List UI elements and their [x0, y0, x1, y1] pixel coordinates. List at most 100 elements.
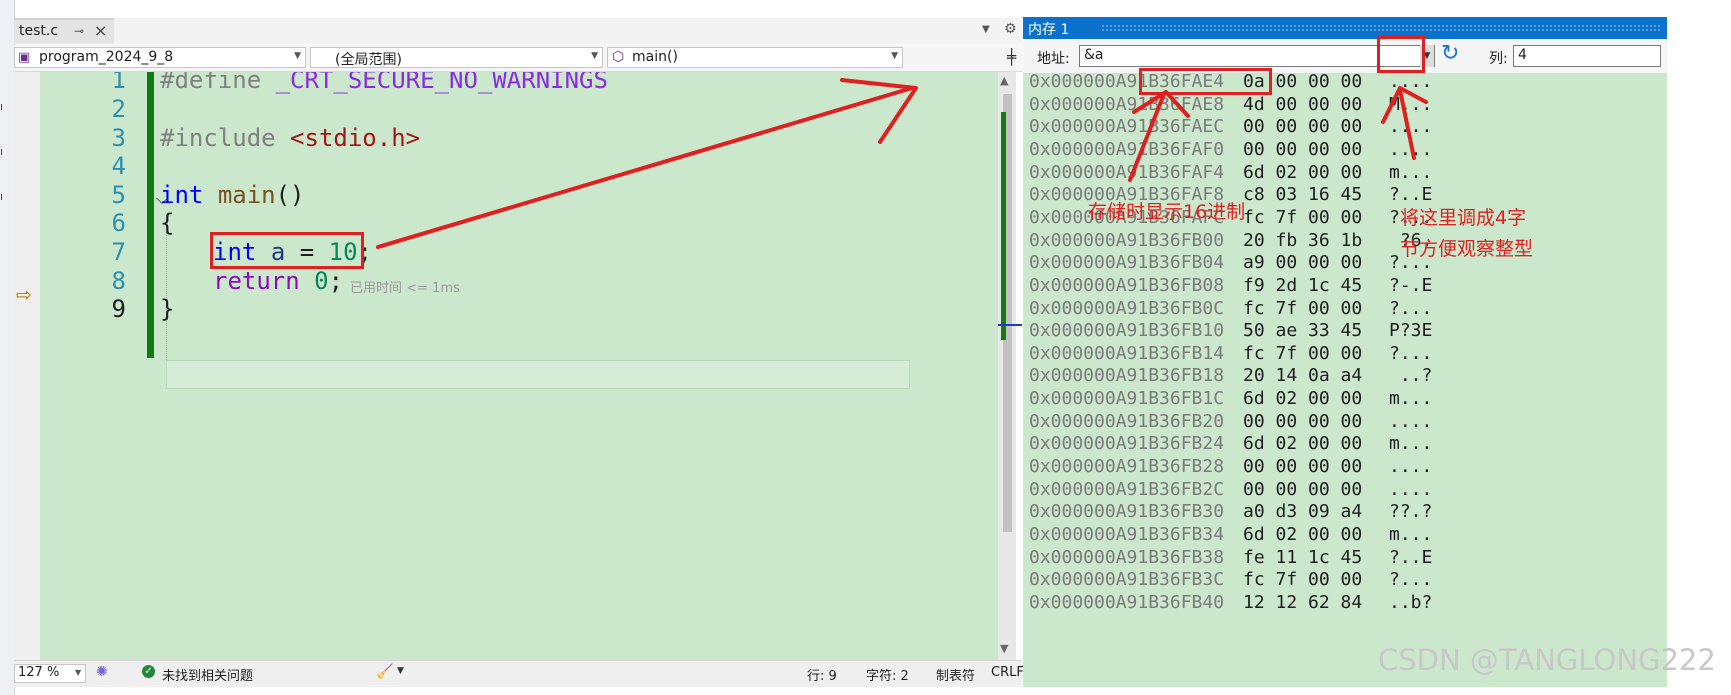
code-editor[interactable]: ⇨ 1 2 3 4 5 6 7 8 9 ⌵ #define _CRT_SECUR…	[14, 72, 998, 660]
memory-ascii: ?-.E	[1389, 274, 1433, 296]
line-position[interactable]: 行: 9	[807, 665, 837, 684]
memory-row[interactable]: 0x000000A91B36FAE8 4d 00 00 00 M...	[1029, 94, 1432, 119]
scope-dropdown[interactable]: (全局范围) ▼	[310, 47, 603, 68]
memory-row[interactable]: 0x000000A91B36FB18 20 14 0a a4 ..?	[1029, 365, 1432, 390]
memory-row[interactable]: 0x000000A91B36FB1C 6d 02 00 00 m...	[1029, 388, 1432, 413]
memory-address: 0x000000A91B36FB04	[1029, 252, 1225, 274]
project-dropdown[interactable]: ▣ program_2024_9_8 ▼	[14, 47, 306, 68]
annotation-box-code	[210, 232, 364, 269]
annotation-note-hex: 存储时显示16进制	[1088, 201, 1246, 223]
memory-bytes[interactable]: fc 7f 00 00	[1243, 343, 1362, 364]
problems-status[interactable]: 未找到相关问题	[162, 665, 253, 684]
line-number: 4	[111, 152, 126, 180]
memory-row[interactable]: 0x000000A91B36FB40 12 12 62 84 ..b?	[1029, 592, 1432, 617]
code-token: main	[217, 181, 276, 209]
memory-bytes[interactable]: 12 12 62 84	[1243, 592, 1362, 613]
memory-row[interactable]: 0x000000A91B36FB2C 00 00 00 00....	[1029, 478, 1432, 504]
chevron-down-icon[interactable]: ▼	[397, 666, 404, 676]
memory-address: 0x000000A91B36FB3C	[1029, 569, 1225, 591]
memory-bytes[interactable]: f9 2d 1c 45	[1243, 275, 1362, 296]
refresh-icon[interactable]: ↻	[1441, 41, 1459, 66]
code-line-5: int main()	[160, 181, 305, 209]
chevron-down-icon: ▼	[891, 51, 898, 61]
intellicode-icon[interactable]: ✺	[96, 664, 108, 680]
code-line-6: {	[160, 209, 175, 237]
memory-bytes[interactable]: 20 fb 36 1b	[1243, 230, 1362, 251]
memory-row[interactable]: 0x000000A91B36FB20 00 00 00 00....	[1029, 411, 1432, 436]
editor-vertical-scrollbar[interactable]: ▲ ▼	[998, 72, 1022, 660]
columns-input[interactable]: 4	[1513, 45, 1661, 67]
memory-address: 0x000000A91B36FB34	[1029, 524, 1225, 545]
memory-row[interactable]: 0x000000A91B36FB0C fc 7f 00 00?...	[1029, 298, 1432, 323]
close-icon[interactable]: ×	[94, 21, 107, 40]
split-window-icon[interactable]: ╪	[1007, 48, 1016, 66]
check-circle-icon: ✓	[142, 665, 155, 678]
memory-bytes[interactable]: fc 7f 00 00	[1243, 207, 1362, 228]
line-ending-mode[interactable]: CRLF	[991, 665, 1024, 680]
memory-bytes[interactable]: 00 00 00 00	[1243, 456, 1362, 477]
annotation-box-hex-bytes	[1139, 68, 1272, 95]
memory-bytes[interactable]: fe 11 1c 45	[1243, 547, 1362, 568]
memory-address: 0x000000A91B36FB14	[1029, 342, 1225, 364]
tab-list-dropdown-icon[interactable]: ▼	[982, 24, 990, 35]
annotation-box-columns	[1377, 36, 1425, 73]
memory-bytes[interactable]: 20 14 0a a4	[1243, 365, 1362, 386]
memory-address: 0x000000A91B36FB10	[1029, 320, 1225, 342]
tab-test-c[interactable]: test.c ⊸ ×	[14, 18, 114, 44]
memory-bytes[interactable]: 4d 00 00 00	[1243, 94, 1362, 115]
memory-bytes[interactable]: 6d 02 00 00	[1243, 524, 1362, 545]
memory-window-title: 内存 1	[1028, 22, 1070, 38]
memory-ascii: ?...	[1389, 297, 1433, 319]
chevron-down-icon: ▼	[294, 51, 301, 61]
elapsed-time-hint: 已用时间 <= 1ms	[350, 281, 460, 296]
memory-row[interactable]: 0x000000A91B36FB14 fc 7f 00 00?...	[1029, 342, 1432, 368]
memory-row[interactable]: 0x000000A91B36FB30 a0 d3 09 a4??.?	[1029, 501, 1432, 526]
memory-bytes[interactable]: 00 00 00 00	[1243, 116, 1362, 137]
address-label: 地址:	[1037, 51, 1070, 67]
memory-bytes[interactable]: fc 7f 00 00	[1243, 298, 1362, 319]
change-tracking-bar	[147, 72, 154, 358]
memory-row[interactable]: 0x000000A91B36FAF4 6d 02 00 00 m...	[1029, 162, 1432, 187]
member-dropdown[interactable]: ⬡ main() ▼	[607, 47, 903, 68]
memory-row[interactable]: 0x000000A91B36FB24 6d 02 00 00 m...	[1029, 433, 1432, 458]
memory-bytes[interactable]: fc 7f 00 00	[1243, 569, 1362, 590]
indent-mode[interactable]: 制表符	[936, 665, 975, 684]
scroll-down-icon[interactable]: ▼	[1000, 642, 1008, 655]
memory-window-title-bar[interactable]: 内存 1	[1023, 17, 1667, 39]
memory-bytes[interactable]: 6d 02 00 00	[1243, 433, 1362, 454]
memory-bytes[interactable]: 00 00 00 00	[1243, 479, 1362, 500]
memory-bytes[interactable]: 00 00 00 00	[1243, 411, 1362, 432]
pin-icon[interactable]: ⊸	[74, 24, 84, 38]
code-token: #include	[160, 124, 276, 152]
memory-ascii: m...	[1389, 161, 1433, 183]
memory-ascii: ?...	[1389, 342, 1433, 364]
gear-icon[interactable]: ⚙	[1004, 21, 1017, 37]
memory-bytes[interactable]: 6d 02 00 00	[1243, 162, 1362, 183]
memory-row[interactable]: 0x000000A91B36FB00 20 fb 36 1b ?6.	[1029, 230, 1432, 255]
memory-address: 0x000000A91B36FB2C	[1029, 478, 1225, 500]
memory-bytes[interactable]: 6d 02 00 00	[1243, 388, 1362, 409]
memory-bytes[interactable]: 50 ae 33 45	[1243, 320, 1362, 341]
scroll-up-icon[interactable]: ▲	[1000, 74, 1008, 87]
chevron-down-icon: ▼	[75, 668, 82, 677]
memory-row[interactable]: 0x000000A91B36FB08 f9 2d 1c 45 ?-.E	[1029, 275, 1432, 300]
line-number: 6	[111, 209, 126, 237]
memory-bytes[interactable]: 00 00 00 00	[1243, 139, 1362, 160]
memory-row[interactable]: 0x000000A91B36FAEC 00 00 00 00....	[1029, 116, 1432, 141]
tab-label: test.c	[19, 23, 59, 39]
memory-bytes[interactable]: c8 03 16 45	[1243, 184, 1362, 205]
memory-row[interactable]: 0x000000A91B36FB04 a9 00 00 00?...	[1029, 252, 1432, 277]
memory-row[interactable]: 0x000000A91B36FB10 50 ae 33 45 P?3E	[1029, 320, 1432, 345]
memory-row[interactable]: 0x000000A91B36FB3C fc 7f 00 00?...	[1029, 569, 1432, 594]
glyph-margin	[14, 72, 40, 660]
zoom-dropdown[interactable]: 127 % ▼	[14, 664, 86, 683]
memory-bytes[interactable]: a9 00 00 00	[1243, 252, 1362, 273]
code-cleanup-icon[interactable]: 🧹	[376, 664, 393, 680]
char-position[interactable]: 字符: 2	[866, 665, 909, 684]
memory-row[interactable]: 0x000000A91B36FB38 fe 11 1c 45 ?..E	[1029, 547, 1432, 572]
line-number: 8	[111, 267, 126, 295]
memory-row[interactable]: 0x000000A91B36FAF0 00 00 00 00....	[1029, 139, 1432, 164]
memory-row[interactable]: 0x000000A91B36FB34 6d 02 00 00 m...	[1029, 524, 1432, 549]
memory-row[interactable]: 0x000000A91B36FB28 00 00 00 00....	[1029, 456, 1432, 481]
memory-bytes[interactable]: a0 d3 09 a4	[1243, 501, 1362, 522]
